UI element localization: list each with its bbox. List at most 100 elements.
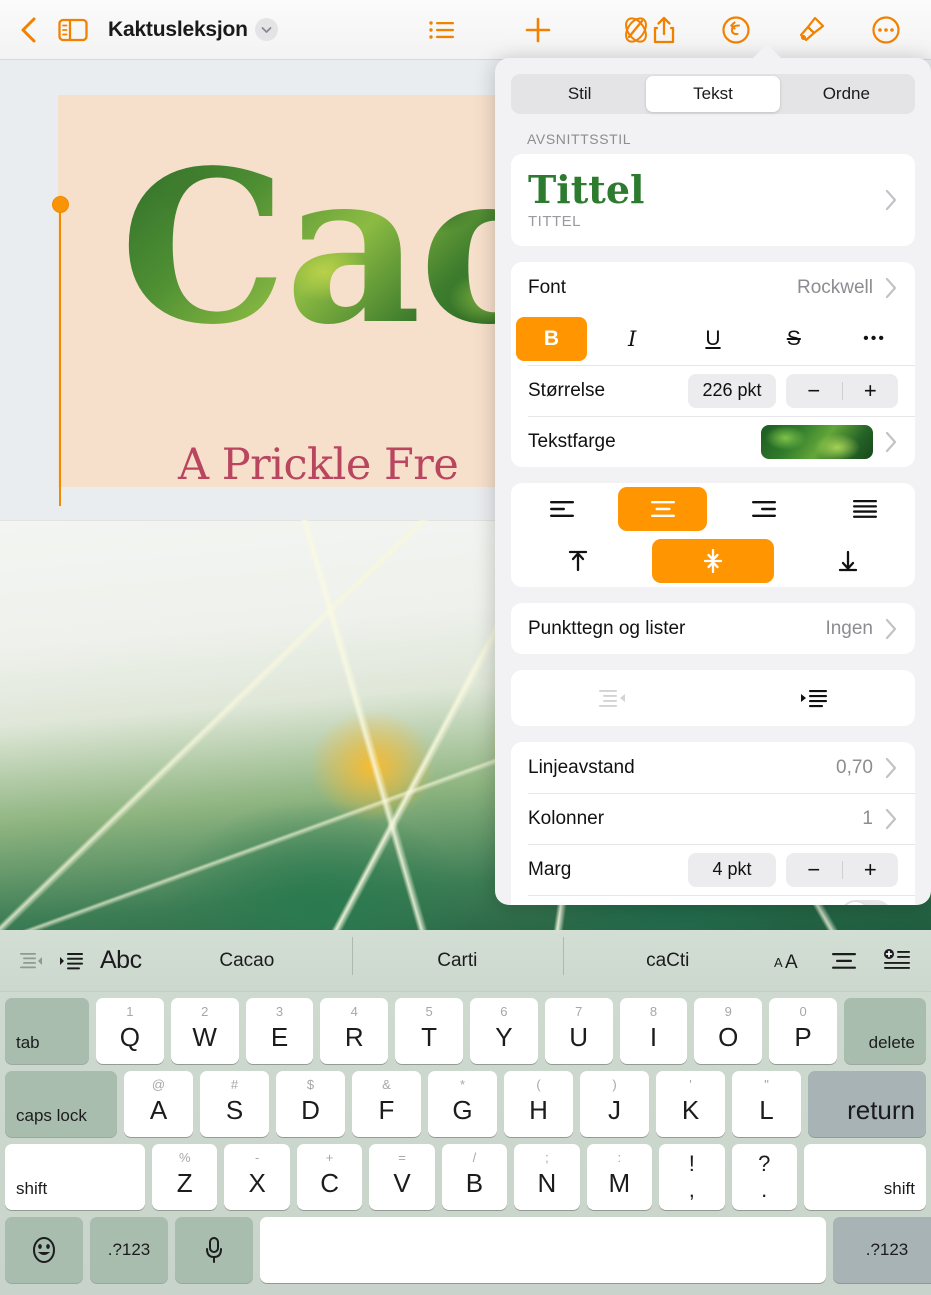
insert-icon[interactable]: [883, 948, 911, 973]
emoji-icon[interactable]: [5, 1217, 83, 1283]
document-title[interactable]: Kaktusleksjon: [108, 18, 248, 42]
text-color-row[interactable]: Tekstfarge: [511, 416, 915, 467]
key-caps-lock[interactable]: caps lock: [5, 1071, 117, 1137]
tab-stil[interactable]: Stil: [513, 76, 646, 112]
align-right-button[interactable]: [719, 487, 808, 531]
key-v[interactable]: = V: [369, 1144, 435, 1210]
key-i[interactable]: 8I: [619, 998, 688, 1064]
back-button[interactable]: [18, 15, 38, 45]
italic-button[interactable]: I: [597, 317, 668, 361]
key-e-alt: 3: [275, 1004, 284, 1019]
key-d[interactable]: $ D: [276, 1071, 345, 1137]
align-left-button[interactable]: [517, 487, 606, 531]
key-return[interactable]: return: [808, 1071, 926, 1137]
margin-stepper[interactable]: − +: [786, 852, 899, 887]
key-numbers-left[interactable]: .?123: [90, 1217, 168, 1283]
key-q[interactable]: 1Q: [96, 998, 164, 1064]
key-p[interactable]: 0P: [769, 998, 837, 1064]
font-row[interactable]: Font Rockwell: [511, 262, 915, 313]
key-o[interactable]: 9O: [694, 998, 763, 1064]
suggestion-words: Cacao Carti caCti: [142, 936, 773, 975]
margin-decrease-button[interactable]: −: [786, 858, 842, 881]
margin-value[interactable]: 4 pkt: [688, 852, 776, 887]
key-question-period[interactable]: ?.: [731, 1144, 797, 1210]
key-k[interactable]: ' K: [656, 1071, 725, 1137]
key-t[interactable]: 5T: [395, 998, 463, 1064]
slide-subheadline[interactable]: A Prickle Fre: [178, 440, 459, 490]
paintbrush-icon[interactable]: [796, 15, 826, 45]
key-u[interactable]: 7U: [544, 998, 613, 1064]
key-delete[interactable]: delete: [843, 998, 926, 1064]
key-shift-left[interactable]: shift: [5, 1144, 145, 1210]
underline-button[interactable]: U: [678, 317, 749, 361]
key-numbers-right[interactable]: .?123: [833, 1217, 931, 1283]
align-bottom-button[interactable]: [786, 539, 909, 583]
tab-tekst[interactable]: Tekst: [646, 76, 780, 112]
key-y[interactable]: 6Y: [469, 998, 538, 1064]
slide-headline[interactable]: Cac: [120, 148, 546, 348]
suggestion-word-2[interactable]: Carti: [352, 936, 562, 975]
text-size-icon[interactable]: A A: [773, 950, 805, 972]
key-w[interactable]: 2W: [170, 998, 239, 1064]
animate-icon[interactable]: [620, 15, 652, 45]
key-z[interactable]: % Z: [152, 1144, 218, 1210]
list-view-icon[interactable]: [428, 18, 456, 42]
key-f[interactable]: & F: [352, 1071, 421, 1137]
key-shift-right[interactable]: shift: [803, 1144, 926, 1210]
key-n[interactable]: ; N: [514, 1144, 580, 1210]
keyboard-outdent-icon[interactable]: [18, 951, 44, 971]
tab-ordne[interactable]: Ordne: [780, 76, 913, 112]
more-ellipsis-icon[interactable]: [871, 15, 901, 45]
key-m[interactable]: :M: [586, 1144, 653, 1210]
keyboard-indent-icon[interactable]: [59, 951, 85, 971]
line-spacing-row[interactable]: Linjeavstand 0,70: [511, 742, 915, 793]
key-exclam-comma[interactable]: !,: [659, 1144, 725, 1210]
plus-icon[interactable]: [524, 16, 552, 44]
key-space[interactable]: [260, 1217, 826, 1283]
size-value[interactable]: 226 pkt: [688, 373, 776, 408]
strikethrough-button[interactable]: S: [758, 317, 829, 361]
key-tab[interactable]: tab: [5, 998, 89, 1064]
key-h[interactable]: (H: [504, 1071, 573, 1137]
key-s[interactable]: # S: [200, 1071, 269, 1137]
key-b[interactable]: / B: [441, 1144, 508, 1210]
outdent-button[interactable]: [511, 670, 713, 726]
key-r[interactable]: 4R: [320, 998, 389, 1064]
margin-increase-button[interactable]: +: [843, 858, 899, 881]
align-top-button[interactable]: [517, 539, 640, 583]
size-decrease-button[interactable]: −: [786, 379, 842, 402]
suggestion-word-3[interactable]: caCti: [562, 936, 773, 975]
size-stepper[interactable]: − +: [786, 373, 899, 408]
share-icon[interactable]: [652, 15, 676, 45]
chevron-down-icon[interactable]: [254, 18, 278, 41]
paragraph-style-row[interactable]: Tittel TITTEL: [511, 154, 915, 246]
bullets-row[interactable]: Punkttegn og lister Ingen: [511, 603, 915, 654]
drop-cap-toggle[interactable]: [840, 899, 892, 905]
align-justify-button[interactable]: [820, 487, 909, 531]
key-e[interactable]: 3E: [245, 998, 314, 1064]
indent-button[interactable]: [713, 670, 915, 726]
align-icon[interactable]: [831, 950, 857, 972]
more-format-button[interactable]: •••: [839, 317, 910, 361]
abc-label[interactable]: Abc: [100, 946, 142, 975]
key-l[interactable]: " L: [732, 1071, 801, 1137]
key-x[interactable]: -X: [224, 1144, 290, 1210]
sidebar-toggle-icon[interactable]: [58, 17, 88, 43]
bold-button[interactable]: B: [516, 317, 587, 361]
key-j[interactable]: ) J: [580, 1071, 649, 1137]
align-center-button[interactable]: [618, 487, 707, 531]
undo-icon[interactable]: [721, 15, 751, 45]
align-middle-button[interactable]: [651, 539, 775, 583]
key-a[interactable]: @ A: [124, 1071, 193, 1137]
selection-handle[interactable]: [52, 196, 69, 213]
columns-row[interactable]: Kolonner 1: [511, 793, 915, 844]
key-o-label: O: [718, 1022, 739, 1052]
mic-icon[interactable]: [175, 1217, 253, 1283]
size-increase-button[interactable]: +: [843, 379, 899, 402]
drop-cap-row[interactable]: Innfelt forbokstav: [511, 895, 915, 905]
suggestion-word-1[interactable]: Cacao: [142, 950, 352, 972]
key-g[interactable]: * G: [428, 1071, 497, 1137]
key-c[interactable]: + C: [296, 1144, 363, 1210]
text-color-swatch[interactable]: [761, 424, 873, 459]
paragraph-style-card: Tittel TITTEL: [511, 154, 915, 246]
